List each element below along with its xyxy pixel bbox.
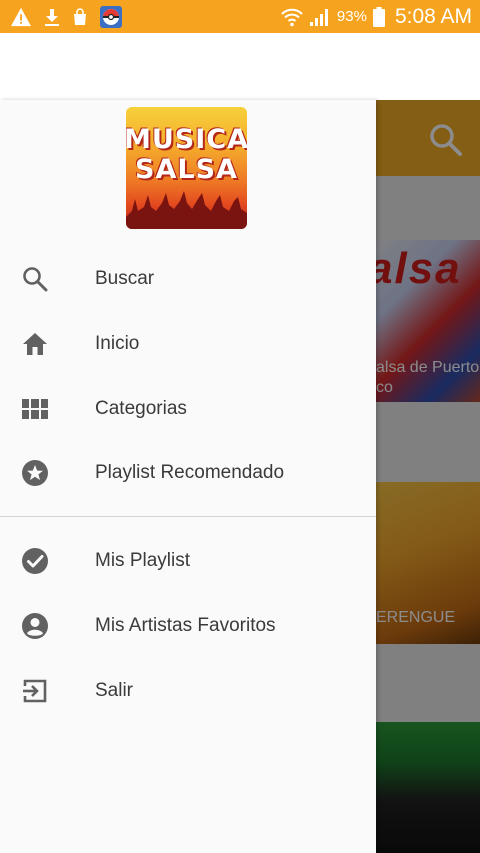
home-icon [21, 330, 49, 358]
app-top-band [0, 33, 480, 100]
menu-item-label: Playlist Recomendado [95, 462, 285, 483]
search-icon [21, 265, 49, 293]
status-bar-right: 93% 5:08 AM [281, 5, 472, 29]
menu-item-categorias[interactable]: Categorias [0, 377, 376, 441]
warning-icon [10, 7, 32, 27]
navigation-drawer: MUSICA SALSA Buscar Inicio Categorias Pl… [0, 100, 376, 853]
logo-text-line2: SALSA [135, 154, 238, 185]
status-bar: 93% 5:08 AM [0, 0, 480, 33]
scrim-overlay[interactable] [376, 100, 480, 853]
bag-icon [72, 7, 88, 26]
menu-item-label: Mis Playlist [95, 550, 191, 571]
background-app: alsa alsa de Puerto co ERENGUE [376, 100, 480, 853]
menu-item-mis-artistas-favoritos[interactable]: Mis Artistas Favoritos [0, 594, 376, 658]
logo-text-line1: MUSICA [126, 124, 247, 155]
account-circle-icon [21, 612, 49, 640]
menu-divider [0, 516, 376, 517]
wifi-icon [281, 7, 303, 27]
battery-icon [372, 6, 385, 27]
menu-item-playlist-recomendado[interactable]: Playlist Recomendado [0, 441, 376, 505]
signal-icon [309, 7, 331, 27]
app-logo: MUSICA SALSA [126, 107, 247, 229]
check-circle-icon [21, 547, 49, 575]
menu-item-mis-playlist[interactable]: Mis Playlist [0, 529, 376, 593]
menu-item-label: Mis Artistas Favoritos [95, 615, 276, 636]
clock: 5:08 AM [394, 4, 472, 28]
download-icon [44, 8, 60, 26]
battery-percent: 93% [336, 8, 367, 25]
star-circle-icon [21, 459, 49, 487]
grid-icon [21, 395, 49, 423]
pokeball-icon [100, 5, 122, 28]
exit-icon [21, 677, 49, 705]
status-bar-left [10, 5, 122, 28]
menu-item-salir[interactable]: Salir [0, 659, 376, 723]
menu-item-label: Inicio [95, 333, 140, 354]
menu-item-label: Buscar [95, 268, 155, 289]
crowd-silhouette [126, 191, 247, 229]
menu-item-buscar[interactable]: Buscar [0, 247, 376, 311]
menu-item-label: Salir [95, 680, 134, 701]
menu-item-inicio[interactable]: Inicio [0, 312, 376, 376]
menu-item-label: Categorias [95, 398, 187, 419]
